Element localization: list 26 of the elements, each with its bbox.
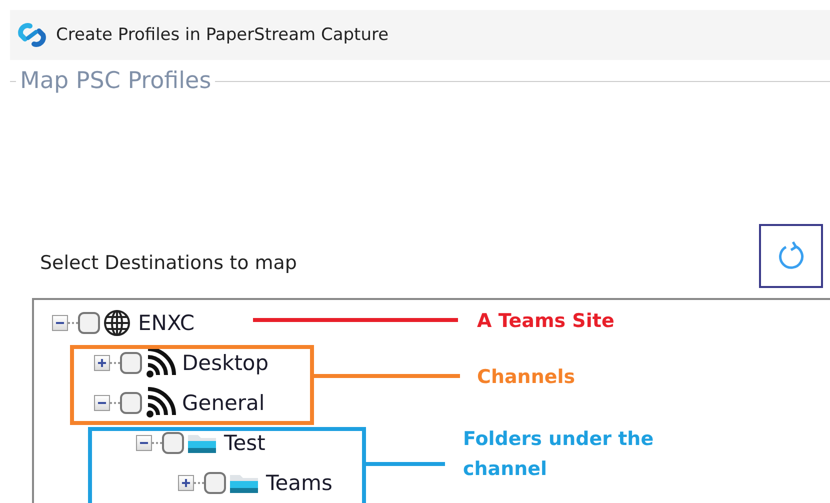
checkbox[interactable]	[162, 432, 184, 454]
tree-item-label[interactable]: Test	[224, 431, 266, 455]
refresh-button[interactable]	[759, 224, 823, 288]
annotation-label: A Teams Site	[477, 309, 616, 334]
checkbox[interactable]	[78, 312, 100, 334]
annotation-label: Channels	[477, 365, 576, 390]
expand-toggle[interactable]	[178, 475, 194, 491]
checkbox[interactable]	[120, 352, 142, 374]
section-label: Select Destinations to map	[40, 252, 297, 276]
signal-waves-icon	[144, 387, 176, 419]
collapse-toggle[interactable]	[136, 435, 152, 451]
checkbox[interactable]	[120, 392, 142, 414]
annotation-label: Folders under the channel	[463, 427, 655, 482]
window-title: Create Profiles in PaperStream Capture	[56, 25, 389, 45]
tree-item-label[interactable]: Desktop	[182, 351, 269, 375]
tree-item-label[interactable]: ENXC	[138, 311, 194, 335]
expand-toggle[interactable]	[94, 355, 110, 371]
tree-item-label[interactable]: General	[182, 391, 265, 415]
group-title: Map PSC Profiles	[19, 68, 212, 94]
checkbox[interactable]	[204, 472, 226, 494]
collapse-toggle[interactable]	[94, 395, 110, 411]
signal-waves-icon	[144, 347, 176, 379]
tree-item-label[interactable]: Teams	[266, 471, 332, 495]
collapse-toggle[interactable]	[52, 315, 68, 331]
app-logo-icon	[18, 23, 46, 47]
globe-icon	[102, 308, 132, 338]
